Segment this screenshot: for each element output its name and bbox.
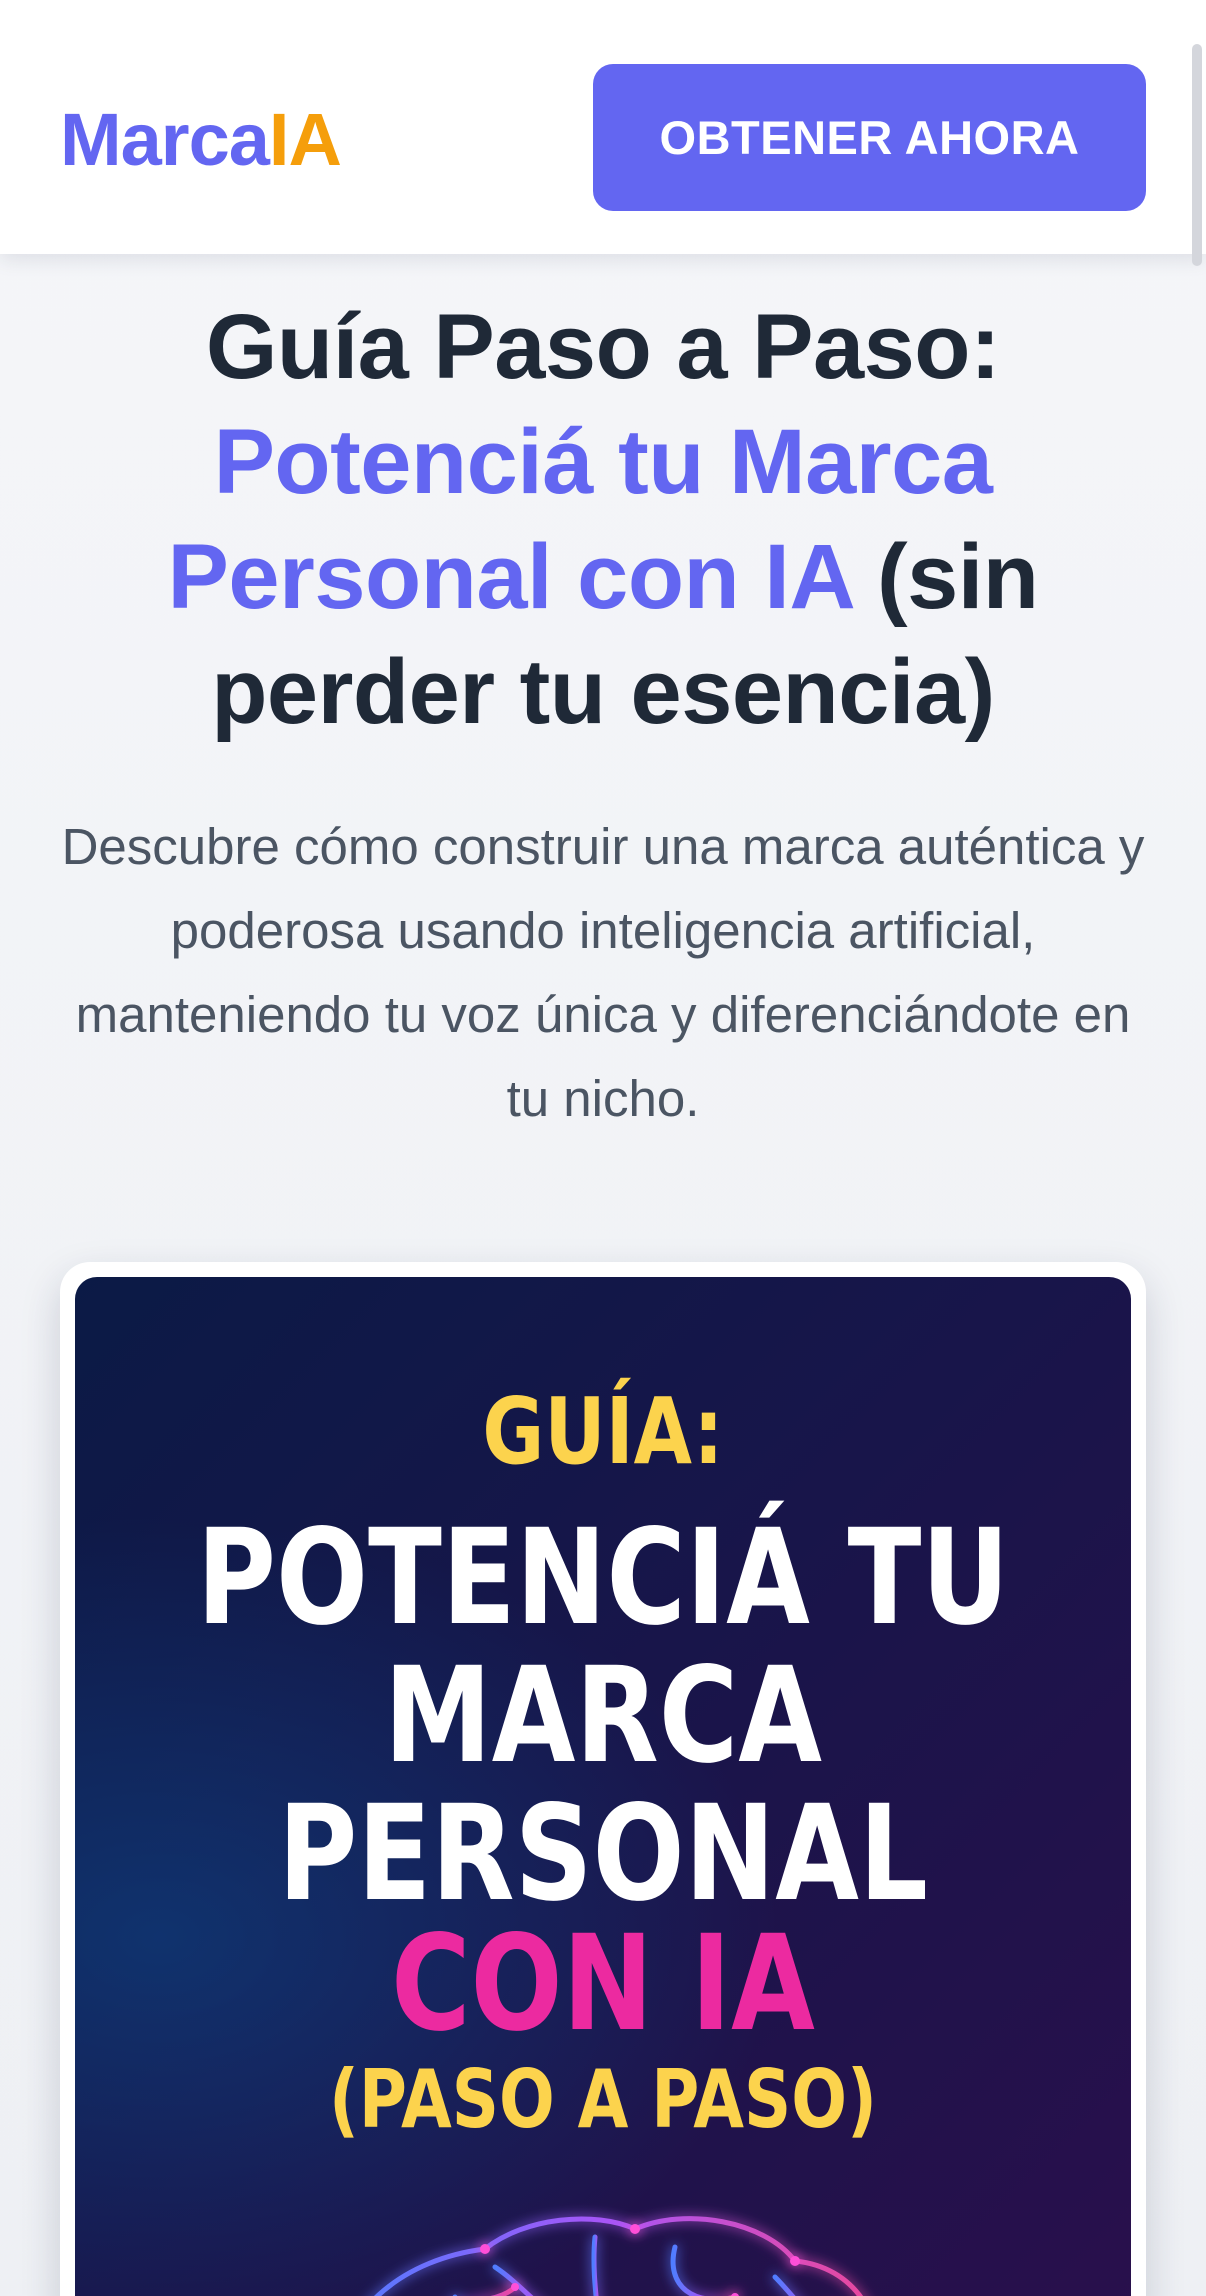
book-cover-card: GUÍA: POTENCIÁ TU MARCA PERSONAL CON IA … xyxy=(60,1262,1146,2296)
cover-title: POTENCIÁ TU MARCA PERSONAL xyxy=(170,1509,1036,1923)
cover-title-line: POTENCIÁ TU xyxy=(196,1501,1010,1655)
glowing-brain-icon xyxy=(374,2216,864,2296)
logo-text-ia: IA xyxy=(268,98,342,181)
logo-text-marca: Marca xyxy=(60,98,270,181)
hero-title: Guía Paso a Paso: Potenciá tu Marca Pers… xyxy=(40,290,1166,750)
hero-title-accent: Potenciá tu Marca Personal con IA xyxy=(167,411,993,628)
page-scrollbar[interactable] xyxy=(1192,44,1202,266)
cover-title-line: PERSONAL xyxy=(278,1777,928,1931)
cover-accent: CON IA xyxy=(391,1907,815,2061)
cover-title-line: MARCA xyxy=(383,1639,823,1793)
brand-logo[interactable]: MarcaIA xyxy=(60,92,342,188)
book-cover: GUÍA: POTENCIÁ TU MARCA PERSONAL CON IA … xyxy=(75,1277,1131,2296)
cover-kicker: GUÍA: xyxy=(482,1378,724,1485)
site-header: MarcaIA OBTENER AHORA xyxy=(0,0,1206,254)
cover-subtitle: (PASO A PASO) xyxy=(328,2053,878,2146)
hero-title-lead: Guía Paso a Paso: xyxy=(205,296,1001,398)
hero-subtitle: Descubre cómo construir una marca autént… xyxy=(61,818,1145,1127)
get-now-button[interactable]: OBTENER AHORA xyxy=(593,64,1146,211)
